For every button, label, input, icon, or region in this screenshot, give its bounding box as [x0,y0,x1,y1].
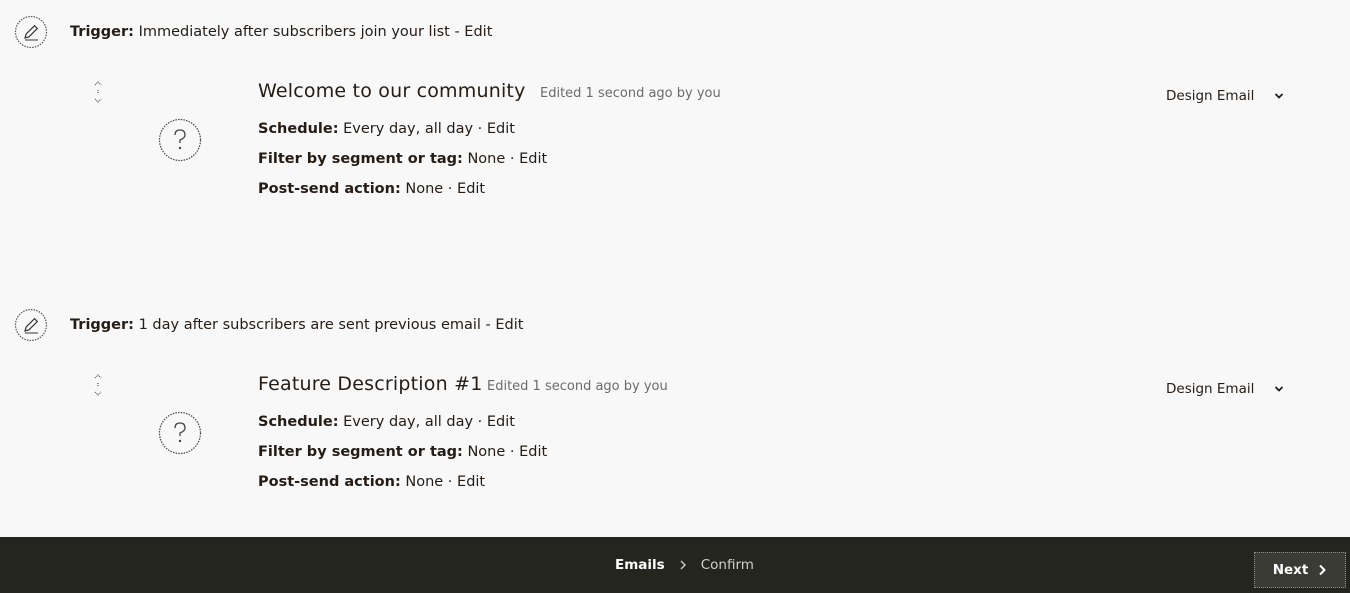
design-email-dropdown[interactable]: Design Email [1166,381,1284,397]
trigger-label: Trigger: [70,24,134,40]
schedule-value: Every day, all day [343,414,474,430]
email-edited-meta: Edited 1 second ago by you [487,379,668,394]
postsend-label: Post-send action: [258,474,401,490]
trigger-description: 1 day after subscribers are sent previou… [138,317,481,333]
breadcrumb-confirm[interactable]: Confirm [701,557,754,573]
pencil-circle-icon [14,15,48,49]
email-title[interactable]: Feature Description #1 [258,373,483,395]
schedule-label: Schedule: [258,121,339,137]
chevron-down-icon [1275,386,1284,392]
schedule-line: Schedule: Every day, all day · Edit [258,121,515,137]
schedule-value: Every day, all day [343,121,474,137]
edit-trigger-link[interactable]: Edit [464,24,492,40]
schedule-label: Schedule: [258,414,339,430]
dot-separator: · [505,444,520,460]
edit-postsend-link[interactable]: Edit [457,474,485,490]
trigger-text: Trigger: Immediately after subscribers j… [70,24,492,40]
filter-value: None [467,151,506,167]
email-edited-meta: Edited 1 second ago by you [540,86,721,101]
chevron-right-icon [679,559,687,571]
email-title[interactable]: Welcome to our community [258,80,526,102]
filter-line: Filter by segment or tag: None · Edit [258,444,547,460]
postsend-label: Post-send action: [258,181,401,197]
dot-separator: · [443,474,458,490]
dot-separator: · [443,181,458,197]
filter-value: None [467,444,506,460]
dot-separator: · [473,414,487,430]
next-button[interactable]: Next [1254,552,1346,588]
trigger-text: Trigger: 1 day after subscribers are sen… [70,317,523,333]
dot-separator: · [473,121,487,137]
postsend-value: None [405,474,444,490]
filter-line: Filter by segment or tag: None · Edit [258,151,547,167]
chevron-right-icon [1319,564,1327,576]
postsend-value: None [405,181,444,197]
trigger-separator: - [449,24,465,40]
dot-separator: · [505,151,520,167]
postsend-line: Post-send action: None · Edit [258,181,485,197]
design-email-label: Design Email [1166,88,1255,104]
trigger-row: Trigger: Immediately after subscribers j… [14,14,492,50]
design-email-label: Design Email [1166,381,1255,397]
next-button-label: Next [1272,562,1309,578]
drag-handle-icon[interactable] [92,373,104,397]
edit-postsend-link[interactable]: Edit [457,181,485,197]
filter-label: Filter by segment or tag: [258,444,463,460]
edit-schedule-link[interactable]: Edit [487,414,515,430]
edit-filter-link[interactable]: Edit [519,151,547,167]
question-circle-icon [158,411,202,455]
breadcrumb: Emails Confirm [615,537,754,593]
postsend-line: Post-send action: None · Edit [258,474,485,490]
breadcrumb-emails[interactable]: Emails [615,557,665,573]
email-card: Feature Description #1 Edited 1 second a… [0,371,1350,511]
question-circle-icon [158,118,202,162]
pencil-circle-icon [14,308,48,342]
trigger-label: Trigger: [70,317,134,333]
email-card: Welcome to our community Edited 1 second… [0,78,1350,218]
trigger-row: Trigger: 1 day after subscribers are sen… [14,307,523,343]
trigger-separator: - [480,317,496,333]
edit-trigger-link[interactable]: Edit [495,317,523,333]
footer-bar: Emails Confirm Next [0,537,1350,593]
trigger-description: Immediately after subscribers join your … [138,24,450,40]
edit-filter-link[interactable]: Edit [519,444,547,460]
schedule-line: Schedule: Every day, all day · Edit [258,414,515,430]
edit-schedule-link[interactable]: Edit [487,121,515,137]
drag-handle-icon[interactable] [92,80,104,104]
filter-label: Filter by segment or tag: [258,151,463,167]
automation-workflow: Trigger: Immediately after subscribers j… [0,0,1350,593]
chevron-down-icon [1275,93,1284,99]
design-email-dropdown[interactable]: Design Email [1166,88,1284,104]
